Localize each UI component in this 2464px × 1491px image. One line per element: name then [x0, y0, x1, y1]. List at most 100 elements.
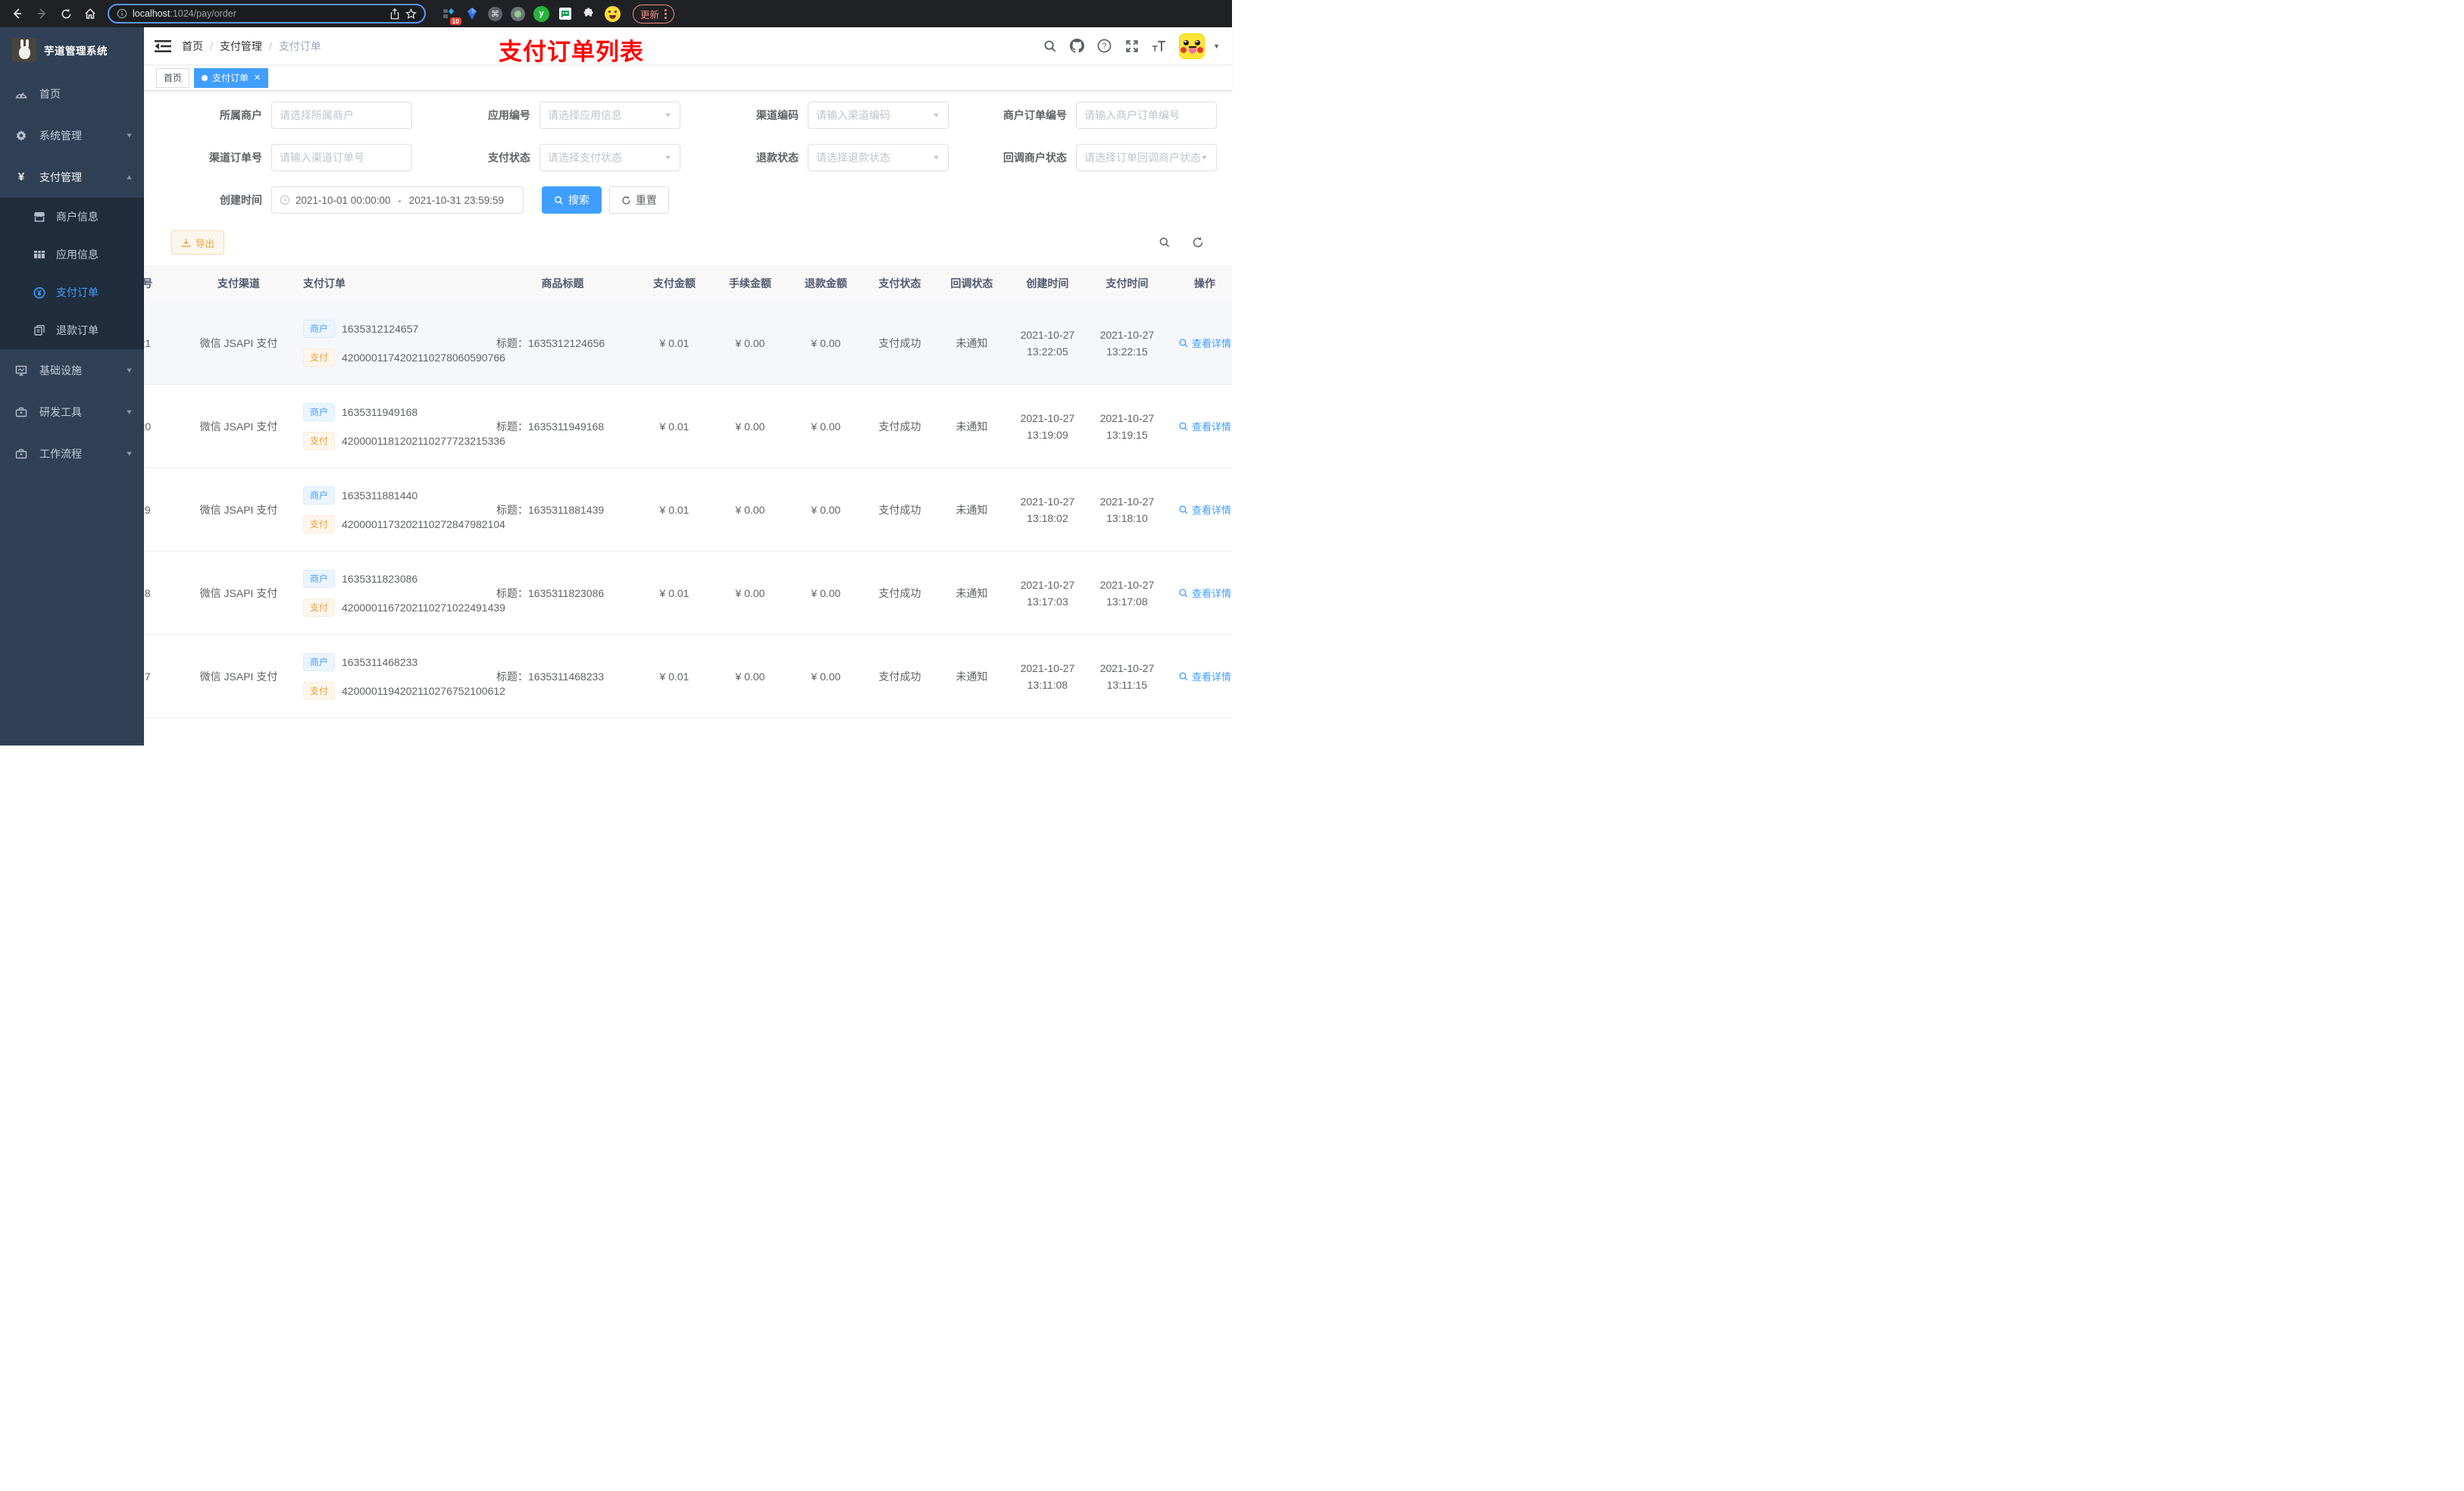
pay-status-cell: 支付成功 — [878, 586, 921, 599]
sidebar-item-pay-order[interactable]: 支付订单 — [0, 274, 144, 311]
channel-order-no: 4200001174202110278060590766 — [342, 351, 505, 364]
sidebar-toggle-icon[interactable] — [155, 39, 171, 53]
fee-amount-cell: ¥ 0.00 — [735, 420, 765, 433]
text-input[interactable] — [280, 152, 404, 164]
font-size-icon[interactable] — [1152, 39, 1166, 53]
browser-menu-icon[interactable] — [664, 8, 668, 19]
filter-select[interactable]: 请选择退款状态 ▼ — [808, 144, 949, 171]
breadcrumb-home[interactable]: 首页 — [182, 39, 203, 54]
select-placeholder: 请选择订单回调商户状态 — [1084, 152, 1201, 164]
extension-command-icon[interactable]: ⌘ — [488, 6, 502, 21]
filter-select[interactable]: 请选择应用信息 ▼ — [539, 102, 680, 129]
filter-input[interactable] — [1076, 102, 1217, 129]
back-icon[interactable] — [8, 4, 27, 23]
tag-pay-order[interactable]: 支付订单 ✕ — [194, 67, 269, 88]
reload-icon[interactable] — [56, 4, 76, 23]
view-detail-link[interactable]: 查看详情 — [1178, 586, 1231, 600]
pay-amount-cell: ¥ 0.01 — [659, 420, 689, 433]
paid-time-cell: 2021-10-27 13:17:08 — [1087, 577, 1167, 610]
extension-y-icon[interactable]: y — [533, 5, 549, 22]
export-button[interactable]: 导出 — [171, 230, 225, 255]
avatar-caret-icon[interactable]: ▼ — [1213, 42, 1220, 50]
filter-select[interactable]: 请选择订单回调商户状态 ▼ — [1076, 144, 1217, 171]
extension-gem-icon[interactable] — [464, 6, 480, 21]
breadcrumb: 首页 / 支付管理 / 支付订单 — [182, 39, 321, 54]
site-info-icon[interactable] — [117, 8, 127, 19]
app-title: 芋道管理系统 — [44, 45, 108, 57]
url-bar[interactable]: localhost:1024/pay/order — [108, 4, 426, 23]
chevron-down-icon: ▼ — [125, 408, 133, 416]
sidebar-item-merchant-info[interactable]: 商户信息 — [0, 198, 144, 236]
extension-grid-icon[interactable]: 10 — [441, 6, 461, 25]
notify-status-cell: 未通知 — [955, 420, 988, 433]
extension-record-icon[interactable] — [511, 6, 525, 21]
pay-order-cell: 商户 1635311881440 支付 42000011732021102728479… — [295, 486, 505, 533]
bookmark-star-icon[interactable] — [405, 8, 417, 20]
date-range-input[interactable]: 2021-10-01 00:00:00 - 2021-10-31 23:59:5… — [271, 186, 524, 214]
grid-icon — [33, 248, 45, 261]
user-avatar[interactable] — [1179, 33, 1205, 59]
created-time-cell: 2021-10-27 13:18:02 — [1008, 493, 1087, 527]
home-icon[interactable] — [80, 4, 100, 23]
column-header: 支付渠道 — [217, 277, 260, 289]
sidebar-item-pay[interactable]: ¥ 支付管理 ▲ — [0, 156, 144, 198]
filter-select[interactable]: 请选择支付状态 ▼ — [539, 144, 680, 171]
view-detail-link[interactable]: 查看详情 — [1178, 669, 1231, 683]
sidebar-item-refund-order[interactable]: 退款订单 — [0, 311, 144, 349]
app-logo[interactable]: 芋道管理系统 — [0, 27, 144, 73]
filter-row: 渠道订单号支付状态请选择支付状态▼退款状态请选择退款状态▼回调商户状态请选择订单… — [144, 144, 1232, 171]
extensions-puzzle-icon[interactable] — [581, 6, 596, 21]
paid-time-cell: 2021-10-27 13:19:15 — [1087, 410, 1167, 443]
browser-update-button[interactable]: 更新 — [633, 4, 675, 23]
table-row: 商户1635311254796 — [144, 718, 1232, 746]
extension-emoji-icon[interactable] — [605, 5, 621, 22]
tag-close-icon[interactable]: ✕ — [254, 73, 261, 83]
text-input[interactable] — [1084, 109, 1209, 121]
created-time-cell: 2021-10-27 13:19:09 — [1008, 410, 1087, 443]
sidebar-item-dev-tools[interactable]: 研发工具 ▼ — [0, 391, 144, 433]
sidebar-item-app-info[interactable]: 应用信息 — [0, 236, 144, 274]
search-button[interactable]: 搜索 — [542, 186, 602, 214]
date-start[interactable]: 2021-10-01 00:00:00 — [295, 195, 390, 206]
top-navbar: 首页 / 支付管理 / 支付订单 支付订单列表 ? ▼ — [144, 27, 1232, 65]
yen-icon: ¥ — [17, 170, 25, 183]
search-icon[interactable] — [1043, 39, 1057, 53]
created-date: 2021-10-27 — [1020, 495, 1075, 508]
sidebar-item-home[interactable]: 首页 — [0, 73, 144, 114]
help-icon[interactable]: ? — [1097, 39, 1112, 53]
sidebar-item-infra[interactable]: 基础设施 ▼ — [0, 349, 144, 391]
url-text: localhost:1024/pay/order — [133, 8, 236, 19]
filter-input[interactable] — [271, 102, 412, 129]
column-header: 退款金额 — [805, 277, 847, 289]
text-input[interactable] — [280, 109, 404, 121]
filter-select[interactable]: 请输入渠道编码 ▼ — [808, 102, 949, 129]
sidebar-item-workflow[interactable]: 工作流程 ▼ — [0, 433, 144, 474]
select-placeholder: 请选择支付状态 — [548, 152, 622, 164]
breadcrumb-pay-order: 支付订单 — [278, 39, 321, 52]
reset-button[interactable]: 重置 — [609, 186, 669, 214]
extension-chat-icon[interactable] — [558, 6, 573, 21]
documents-icon — [33, 324, 45, 336]
pay-amount-cell: ¥ 0.01 — [659, 503, 689, 516]
forward-icon[interactable] — [32, 4, 52, 23]
view-detail-link[interactable]: 查看详情 — [1178, 502, 1231, 517]
hide-search-icon[interactable] — [1153, 231, 1176, 254]
column-header: 支付时间 — [1105, 277, 1149, 289]
notify-status-cell: 未通知 — [955, 336, 988, 349]
view-detail-link[interactable]: 查看详情 — [1178, 336, 1231, 350]
column-header: 支付状态 — [878, 277, 921, 289]
refresh-icon[interactable] — [1187, 231, 1209, 254]
tags-view-bar: 首页 支付订单 ✕ — [144, 65, 1232, 91]
filter-input[interactable] — [271, 144, 412, 171]
created-time-cell: 2021-10-27 13:22:05 — [1008, 327, 1087, 360]
sidebar-item-system[interactable]: 系统管理 ▼ — [0, 114, 144, 156]
fullscreen-icon[interactable] — [1124, 39, 1139, 53]
channel-order-no: 4200001181202110277723215336 — [342, 434, 505, 447]
tag-home[interactable]: 首页 — [156, 67, 190, 88]
view-detail-link[interactable]: 查看详情 — [1178, 419, 1231, 433]
breadcrumb-pay-mgmt[interactable]: 支付管理 — [220, 39, 262, 54]
date-end[interactable]: 2021-10-31 23:59:59 — [409, 195, 504, 206]
pay-order-cell: 商户 1635311949168 支付 42000011812021102777232… — [295, 402, 505, 450]
share-icon[interactable] — [389, 8, 400, 20]
github-icon[interactable] — [1070, 39, 1085, 53]
